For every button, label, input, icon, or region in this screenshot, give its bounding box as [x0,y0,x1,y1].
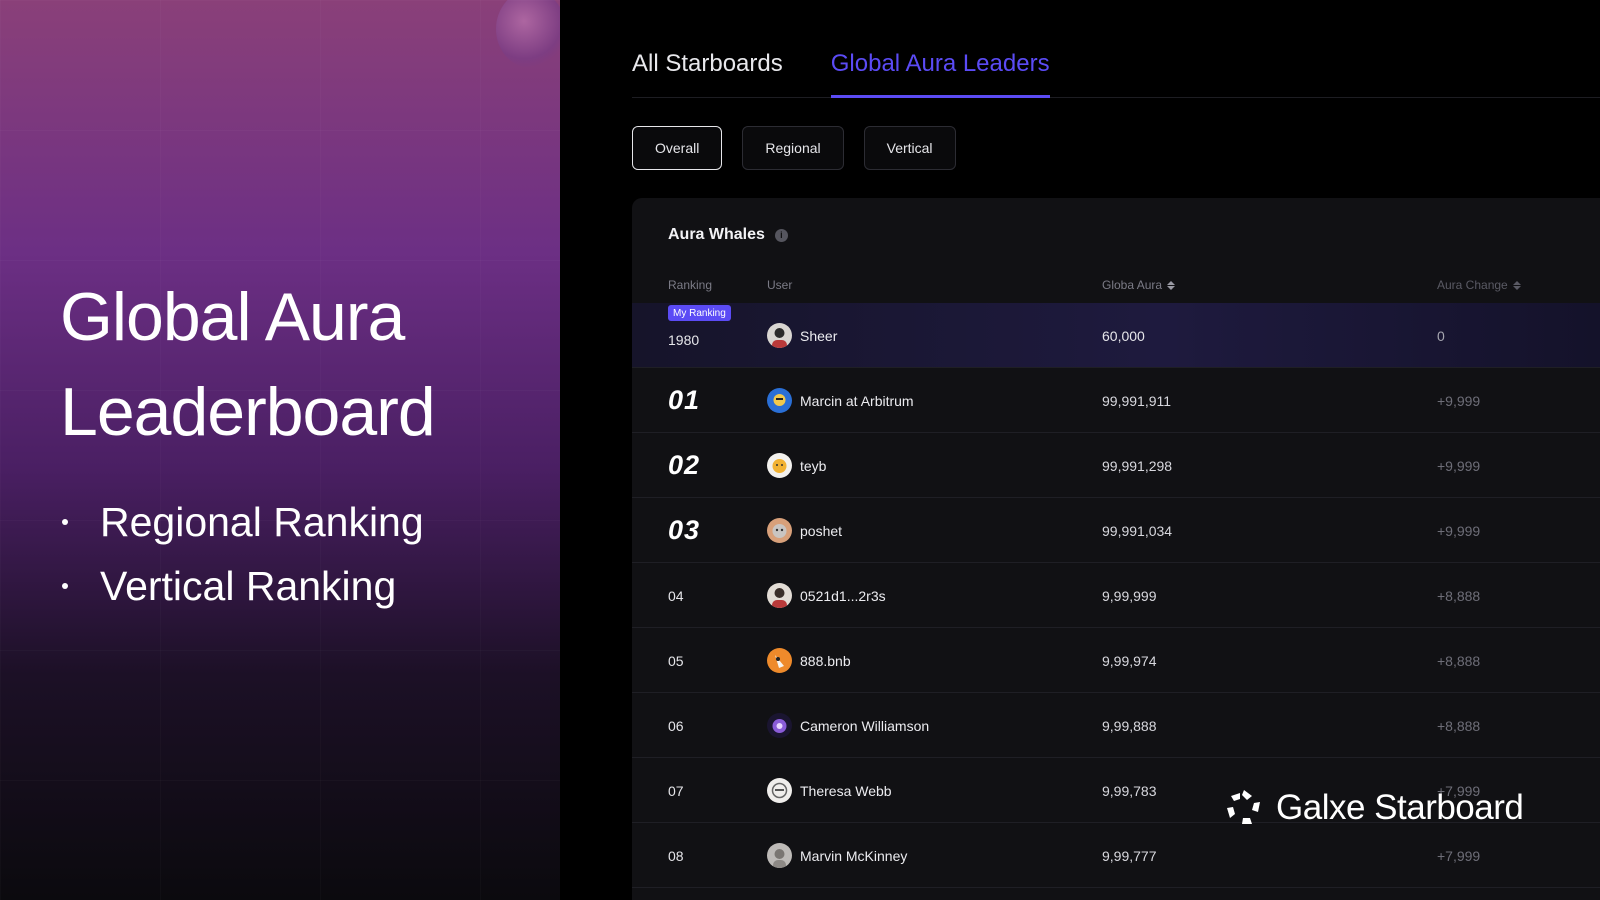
hero-feature-list: Regional Ranking Vertical Ranking [62,490,424,618]
user-cell[interactable]: Marcin at Arbitrum [767,368,914,433]
rank-cell: 04 [668,587,684,604]
rank-cell: 05 [668,652,684,669]
rank-cell: 02 [668,450,701,480]
avatar [767,648,792,673]
user-cell[interactable]: 0521d1...2r3s [767,563,886,628]
filter-vertical-button[interactable]: Vertical [863,126,956,170]
board-title: Aura Whales i [668,226,788,244]
avatar [767,388,792,413]
tab-all-starboards[interactable]: All Starboards [632,44,783,98]
bullet-icon [62,583,68,589]
aura-cell: 60,000 [1102,327,1145,344]
avatar [767,843,792,868]
column-header-aura[interactable]: Globa Aura [1102,270,1176,300]
info-icon[interactable]: i [774,228,788,242]
rank-cell: 1980 [668,331,700,348]
decorative-orb [496,0,560,68]
hero-feature-item: Vertical Ranking [62,554,424,618]
user-name: poshet [800,522,843,539]
table-header: Ranking User Globa Aura Aura Change [632,270,1600,300]
rank-cell: 01 [668,385,701,415]
avatar [767,583,792,608]
filter-group: Overall Regional Vertical [632,126,976,170]
hero-title: Global Aura Leaderboard [60,279,436,450]
user-name: 888.bnb [800,652,851,669]
hero-feature-item: Regional Ranking [62,490,424,554]
aura-cell: 99,991,034 [1102,522,1173,539]
aura-cell: 99,991,911 [1102,392,1172,409]
column-header-change-label: Aura Change [1437,278,1508,292]
change-cell: +9,999 [1437,457,1481,474]
aura-cell: 9,99,974 [1102,652,1157,669]
rank-cell: 08 [668,847,684,864]
avatar [767,323,792,348]
user-name: Cameron Williamson [800,717,930,734]
brand-name: Galxe Starboard [1276,788,1524,827]
aura-cell: 99,991,298 [1102,457,1173,474]
column-header-ranking: Ranking [668,278,713,292]
user-cell[interactable]: 888.bnb [767,628,851,693]
table-row[interactable]: 06 Cameron Williamson 9,99,888 +8,888 [632,693,1600,758]
change-cell: +7,999 [1437,847,1481,864]
tab-global-aura-leaders[interactable]: Global Aura Leaders [830,44,1050,98]
tab-bar: All Starboards Global Aura Leaders [632,44,1600,98]
avatar [767,778,792,803]
table-row[interactable]: 04 0521d1...2r3s 9,99,999 +8,888 [632,563,1600,628]
table-row[interactable]: 01 Marcin at Arbitrum 99,991,911 +9,999 [632,368,1600,433]
filter-regional-button[interactable]: Regional [742,126,844,170]
change-cell: +8,888 [1437,717,1481,734]
user-cell[interactable]: Cameron Williamson [767,693,929,758]
user-name: Sheer [800,327,838,344]
aura-cell: 9,99,999 [1102,587,1157,604]
hero-panel: Global Aura Leaderboard Regional Ranking… [0,0,560,900]
table-row[interactable]: 05 888.bnb 9,99,974 +8,888 [632,628,1600,693]
user-name: Marcin at Arbitrum [800,392,914,409]
user-cell[interactable]: Sheer [767,303,837,368]
column-header-change[interactable]: Aura Change [1437,270,1521,300]
my-ranking-row[interactable]: My Ranking 1980 Sheer 60,000 0 [632,303,1600,368]
bullet-icon [62,519,68,525]
table-row[interactable]: 08 Marvin McKinney 9,99,777 +7,999 [632,823,1600,888]
avatar [767,518,792,543]
brand-logo: Galxe Starboard [1222,786,1524,830]
change-cell: +9,999 [1437,522,1481,539]
user-name: 0521d1...2r3s [800,587,886,604]
aura-cell: 9,99,777 [1102,847,1157,864]
user-cell[interactable]: teyb [767,433,826,498]
change-cell: +8,888 [1437,652,1481,669]
leaderboard-app: All Starboards Global Aura Leaders Overa… [560,0,1600,900]
change-cell: +8,888 [1437,587,1481,604]
table-row[interactable]: 03 poshet 99,991,034 +9,999 [632,498,1600,563]
hero-feature-label: Regional Ranking [100,498,424,545]
user-name: Marvin McKinney [800,847,908,864]
aura-cell: 9,99,783 [1102,782,1157,799]
board-title-text: Aura Whales [668,226,765,243]
change-cell: 0 [1437,327,1445,344]
user-cell[interactable]: poshet [767,498,842,563]
user-cell[interactable]: Theresa Webb [767,758,892,823]
user-name: Theresa Webb [800,782,892,799]
change-cell: +9,999 [1437,392,1481,409]
user-name: teyb [800,457,827,474]
rank-cell: 07 [668,782,684,799]
filter-overall-button[interactable]: Overall [632,126,723,170]
sort-icon[interactable] [1512,280,1521,290]
sort-icon[interactable] [1167,280,1176,290]
avatar [767,453,792,478]
rank-cell: 03 [668,515,701,545]
rank-cell: 06 [668,717,684,734]
user-cell[interactable]: Marvin McKinney [767,823,907,888]
aura-cell: 9,99,888 [1102,717,1157,734]
column-header-aura-label: Globa Aura [1102,278,1163,292]
column-header-user: User [767,278,793,292]
avatar [767,713,792,738]
hero-feature-label: Vertical Ranking [100,562,397,609]
table-row[interactable]: 02 teyb 99,991,298 +9,999 [632,433,1600,498]
galxe-logo-icon [1227,790,1260,824]
